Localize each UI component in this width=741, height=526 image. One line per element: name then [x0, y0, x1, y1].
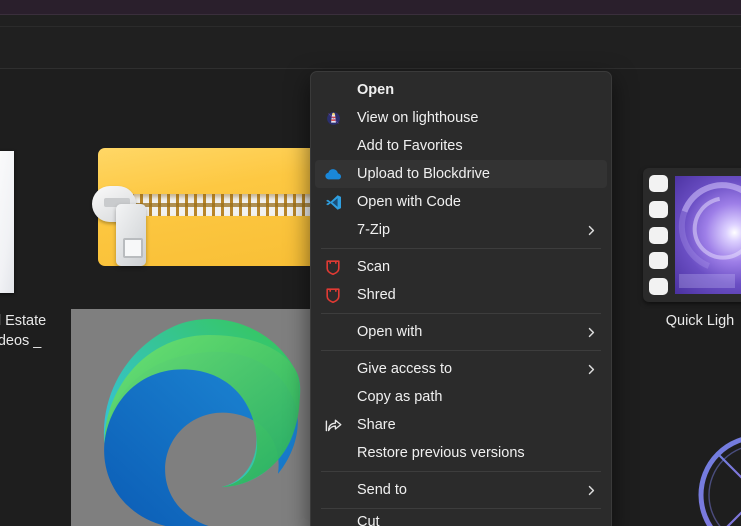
menu-separator	[321, 471, 601, 472]
menu-item-label: Share	[357, 417, 396, 433]
menu-separator	[321, 508, 601, 509]
microsoft-edge-icon[interactable]	[71, 309, 320, 526]
menu-item-share[interactable]: Share	[315, 411, 607, 439]
chevron-right-icon	[586, 225, 597, 236]
menu-item-upload-to-blockdrive[interactable]: Upload to Blockdrive	[315, 160, 607, 188]
menu-item-view-on-lighthouse[interactable]: View on lighthouse	[315, 104, 607, 132]
menu-item-shred[interactable]: Shred	[315, 281, 607, 309]
zip-archive-icon[interactable]	[92, 148, 320, 266]
menu-item-label: Shred	[357, 287, 396, 303]
toolbar-strip	[0, 15, 741, 27]
menu-item-label: Open	[357, 82, 395, 98]
menu-item-give-access-to[interactable]: Give access to	[315, 355, 607, 383]
lighthouse-icon	[323, 108, 343, 128]
menu-separator	[321, 313, 601, 314]
menu-item-open-with-code[interactable]: Open with Code	[315, 188, 607, 216]
menu-item-label: Scan	[357, 259, 391, 275]
context-menu[interactable]: Open View on lighthouse Add to Favorites	[310, 71, 612, 526]
red-shield-icon	[323, 257, 343, 277]
menu-item-label: Cut	[357, 514, 380, 526]
file-label-document: al Estate ideos _	[0, 313, 47, 349]
menu-item-cut[interactable]: Cut	[315, 513, 607, 526]
chevron-right-icon	[586, 364, 597, 375]
film-strip-video-icon[interactable]	[643, 168, 741, 302]
share-icon	[323, 415, 343, 435]
menu-item-label: Restore previous versions	[357, 445, 525, 461]
menu-item-open[interactable]: Open	[315, 76, 607, 104]
menu-item-label: Upload to Blockdrive	[357, 166, 490, 182]
menu-item-label: Add to Favorites	[357, 138, 463, 154]
video-caption-strip	[679, 274, 735, 288]
window-title-bar	[0, 0, 741, 15]
menu-item-label: Open with Code	[357, 194, 461, 210]
zip-pull-tab	[116, 204, 146, 266]
menu-item-copy-as-path[interactable]: Copy as path	[315, 383, 607, 411]
spoked-wheel-icon[interactable]	[694, 430, 741, 526]
menu-item-label: Open with	[357, 324, 423, 340]
screen: al Estate ideos _ remix-backup-at-19h36m…	[0, 0, 741, 526]
menu-separator	[321, 248, 601, 249]
menu-item-label: View on lighthouse	[357, 110, 479, 126]
document-page-icon[interactable]	[0, 151, 14, 293]
menu-item-scan[interactable]: Scan	[315, 253, 607, 281]
chevron-right-icon	[586, 327, 597, 338]
video-preview-image	[675, 176, 741, 294]
menu-item-label: Give access to	[357, 361, 453, 377]
menu-item-label: Send to	[357, 482, 407, 498]
vscode-icon	[323, 192, 343, 212]
menu-item-label: 7-Zip	[357, 222, 391, 238]
menu-item-restore-previous-versions[interactable]: Restore previous versions	[315, 439, 607, 467]
red-shield-icon	[323, 285, 343, 305]
chevron-right-icon	[586, 485, 597, 496]
menu-item-7-zip[interactable]: 7-Zip	[315, 216, 607, 244]
file-label-video: Quick Ligh	[665, 313, 735, 329]
group-header-bar	[0, 27, 741, 78]
cloud-upload-icon	[323, 164, 343, 184]
menu-separator	[321, 350, 601, 351]
film-sprocket-holes	[649, 175, 668, 295]
menu-item-add-to-favorites[interactable]: Add to Favorites	[315, 132, 607, 160]
menu-item-label: Copy as path	[357, 389, 443, 405]
menu-item-open-with[interactable]: Open with	[315, 318, 607, 346]
menu-item-send-to[interactable]: Send to	[315, 476, 607, 504]
